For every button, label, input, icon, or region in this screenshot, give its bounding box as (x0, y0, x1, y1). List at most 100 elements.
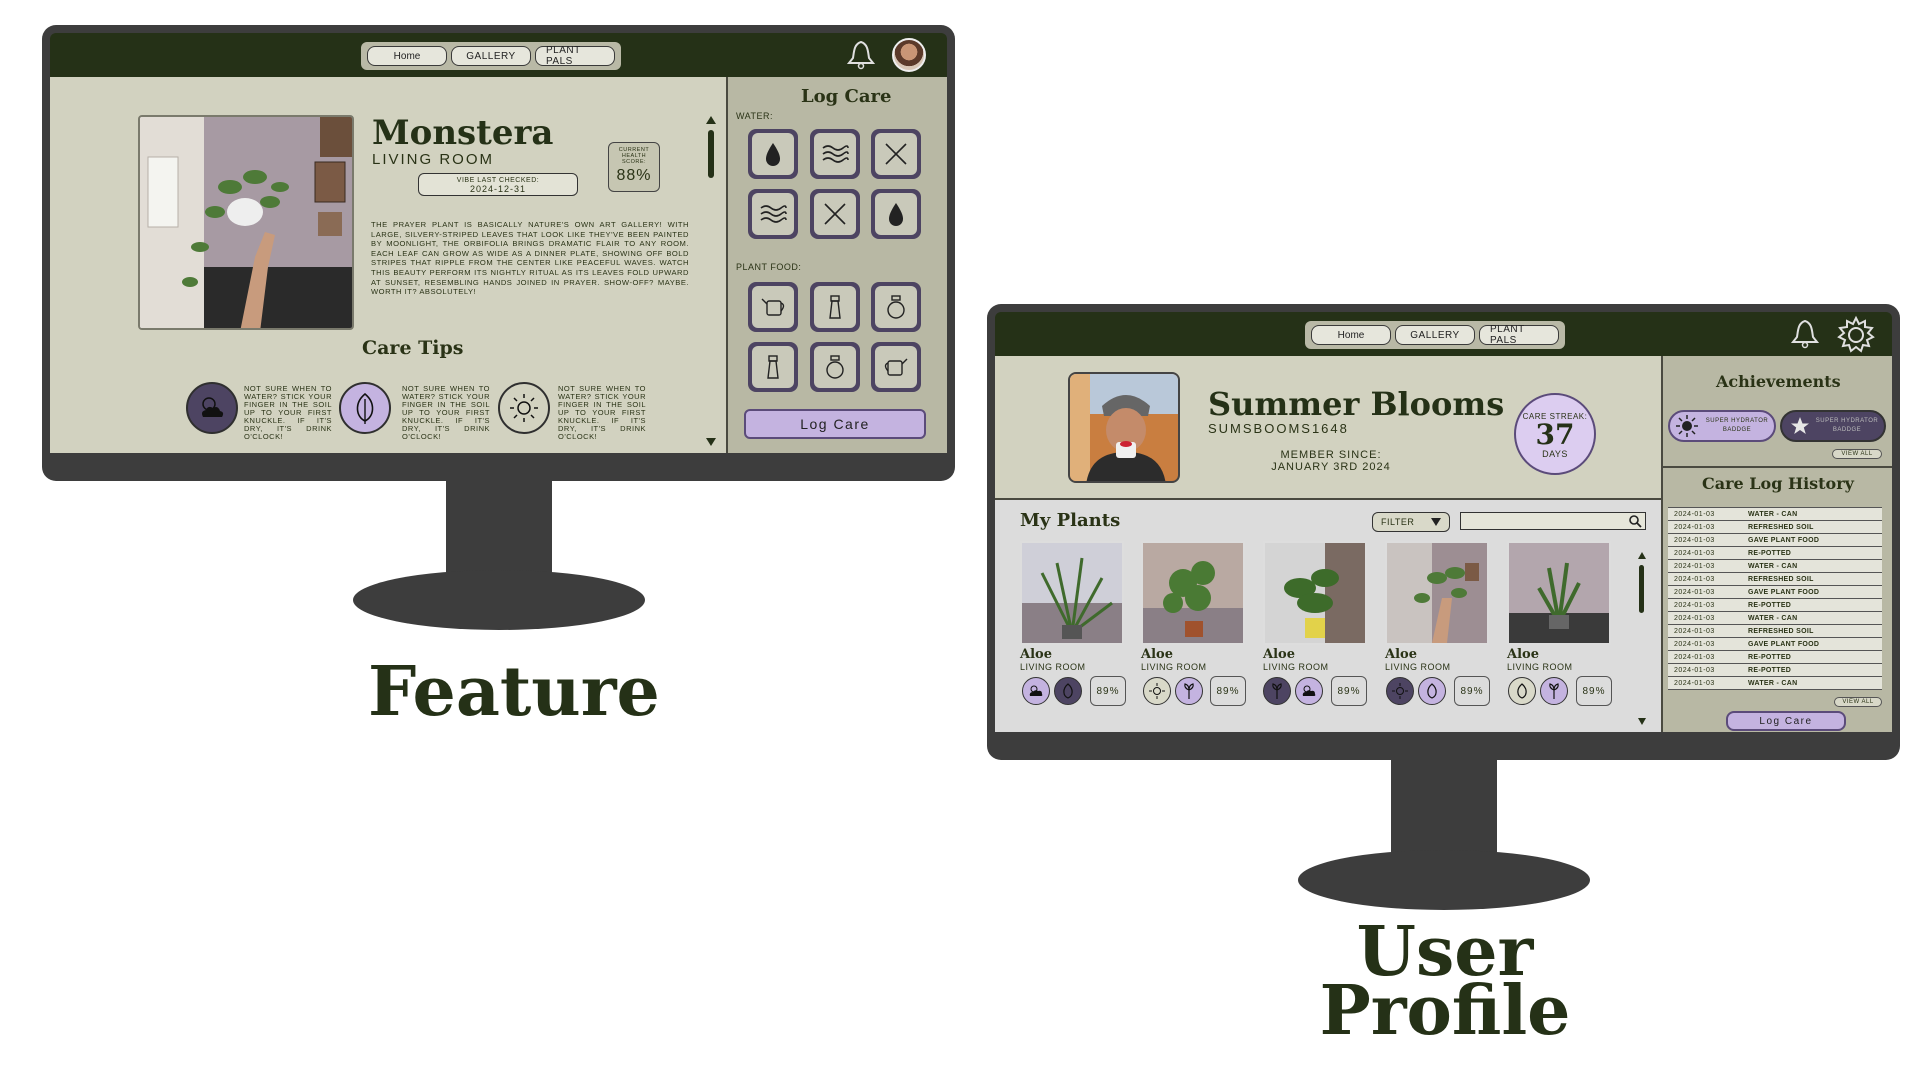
scroll-up-arrow[interactable] (1638, 552, 1646, 559)
food-spray-button[interactable] (748, 342, 798, 392)
plant-card[interactable]: Aloe Living Room (1385, 541, 1489, 672)
care-log-date: 2024-01-03 (1674, 536, 1715, 544)
log-care-button[interactable]: Log Care (744, 409, 926, 439)
bell-icon[interactable] (1790, 317, 1820, 349)
care-tip-text: Not sure when to water? Stick your finge… (558, 384, 646, 441)
care-log-date: 2024-01-03 (1674, 653, 1715, 661)
drop-icon (766, 143, 780, 166)
water-drop-button[interactable] (748, 129, 798, 179)
water-drop-button[interactable] (871, 189, 921, 239)
plant-search-input[interactable] (1460, 512, 1646, 530)
nav-gallery-button[interactable]: Gallery (1395, 325, 1475, 345)
plant-card-room: Living Room (1020, 662, 1086, 672)
care-log-date: 2024-01-03 (1674, 601, 1715, 609)
care-log-row: 2024-01-03 Re-Potted (1668, 547, 1882, 560)
plant-score-badge: 89% (1454, 676, 1490, 706)
food-jar-button[interactable] (810, 342, 860, 392)
food-spray-button[interactable] (810, 282, 860, 332)
plant-card-room: Living Room (1507, 662, 1573, 672)
plant-score-badge: 89% (1576, 676, 1612, 706)
search-icon (1629, 515, 1642, 528)
food-can-button[interactable] (748, 282, 798, 332)
leaf-icon (1418, 677, 1446, 705)
achievements-view-all-button[interactable]: View All (1832, 449, 1882, 459)
water-waves-button[interactable] (810, 129, 860, 179)
nav-plant-pals-button[interactable]: Plant Pals (1479, 324, 1559, 346)
vibe-date: 2024-12-31 (469, 184, 527, 194)
care-log-action: Refreshed Soil (1748, 627, 1814, 635)
achievement-badge-label: Super Hydrator Baddge (1815, 418, 1879, 433)
nav-gallery-button[interactable]: Gallery (451, 46, 531, 66)
scroll-up-arrow[interactable] (706, 116, 716, 124)
care-log-action: Water - Can (1748, 510, 1798, 518)
plant-thumbnail (1020, 541, 1124, 645)
care-tip-text: Not sure when to water? Stick your finge… (244, 384, 332, 441)
care-log-date: 2024-01-03 (1674, 627, 1715, 635)
care-log-action: Gave Plant Food (1748, 640, 1820, 648)
care-log-row: 2024-01-03 Water - Can (1668, 612, 1882, 625)
close-icon (885, 143, 907, 165)
scroll-down-arrow[interactable] (1638, 718, 1646, 725)
gear-icon[interactable] (1836, 315, 1876, 355)
care-log-action: Refreshed Soil (1748, 575, 1814, 583)
nav-home-button[interactable]: Home (367, 46, 447, 66)
food-jar-button[interactable] (871, 282, 921, 332)
food-can-button[interactable] (871, 342, 921, 392)
filter-dropdown[interactable]: Filter (1372, 512, 1450, 532)
scrollbar-thumb[interactable] (1639, 565, 1644, 613)
member-since-date: January 3rd 2024 (1271, 461, 1391, 473)
plant-thumbnail (1507, 541, 1611, 645)
spray-bottle-icon (767, 355, 779, 379)
water-skip-button[interactable] (871, 129, 921, 179)
sun-icon (1676, 415, 1698, 437)
care-log-date: 2024-01-03 (1674, 510, 1715, 518)
star-icon (1791, 417, 1809, 434)
water-skip-button[interactable] (810, 189, 860, 239)
plant-description: The prayer plant is basically nature's o… (371, 220, 689, 297)
care-log-date: 2024-01-03 (1674, 562, 1715, 570)
care-log-action: Water - Can (1748, 614, 1798, 622)
fertilizer-jar-icon (887, 295, 905, 319)
side-divider (1663, 466, 1892, 468)
care-log-action: Re-Potted (1748, 601, 1792, 609)
avatar[interactable] (892, 38, 926, 72)
plant-card[interactable]: Aloe Living Room (1507, 541, 1611, 672)
care-streak-value: 37 (1535, 418, 1575, 451)
care-log-row: 2024-01-03 Gave Plant Food (1668, 638, 1882, 651)
scrollbar-thumb[interactable] (708, 130, 714, 178)
plant-card-room: Living Room (1141, 662, 1207, 672)
plant-room: Living Room (372, 151, 495, 168)
profile-caption-line2: Profile (1319, 971, 1571, 1051)
feature-monitor-neck (446, 478, 552, 578)
nav-plant-pals-button[interactable]: Plant Pals (535, 45, 615, 67)
achievement-badge: Super Hydrator Baddge (1668, 410, 1776, 442)
water-waves-button[interactable] (748, 189, 798, 239)
fertilizer-icon (1175, 677, 1203, 705)
nav-home-button[interactable]: Home (1311, 325, 1391, 345)
care-log-row: 2024-01-03 Water - Can (1668, 560, 1882, 573)
care-log-date: 2024-01-03 (1674, 640, 1715, 648)
plant-card-name: Aloe (1263, 647, 1295, 662)
care-log-row: 2024-01-03 Re-Potted (1668, 599, 1882, 612)
weather-icon (1295, 677, 1323, 705)
plant-score-badge: 89% (1331, 676, 1367, 706)
bell-icon[interactable] (846, 38, 876, 70)
plant-card[interactable]: Aloe Living Room (1020, 541, 1124, 672)
plant-card[interactable]: Aloe Living Room (1263, 541, 1367, 672)
profile-log-care-button[interactable]: Log Care (1726, 711, 1846, 731)
plant-card[interactable]: Aloe Living Room (1141, 541, 1245, 672)
achievement-badge: Super Hydrator Baddge (1780, 410, 1886, 442)
log-care-title: Log Care (801, 86, 892, 107)
care-log-date: 2024-01-03 (1674, 549, 1715, 557)
care-log-date: 2024-01-03 (1674, 614, 1715, 622)
leaf-icon (1054, 677, 1082, 705)
care-log-action: Re-Potted (1748, 549, 1792, 557)
profile-username: sumsbooms1648 (1208, 421, 1349, 436)
plant-name: Monstera (372, 113, 554, 153)
plant-card-name: Aloe (1141, 647, 1173, 662)
care-log-row: 2024-01-03 Refreshed Soil (1668, 521, 1882, 534)
care-log-action: Gave Plant Food (1748, 588, 1820, 596)
scroll-down-arrow[interactable] (706, 438, 716, 446)
care-log-view-all-button[interactable]: View All (1834, 697, 1882, 707)
chevron-down-icon (1431, 518, 1441, 526)
